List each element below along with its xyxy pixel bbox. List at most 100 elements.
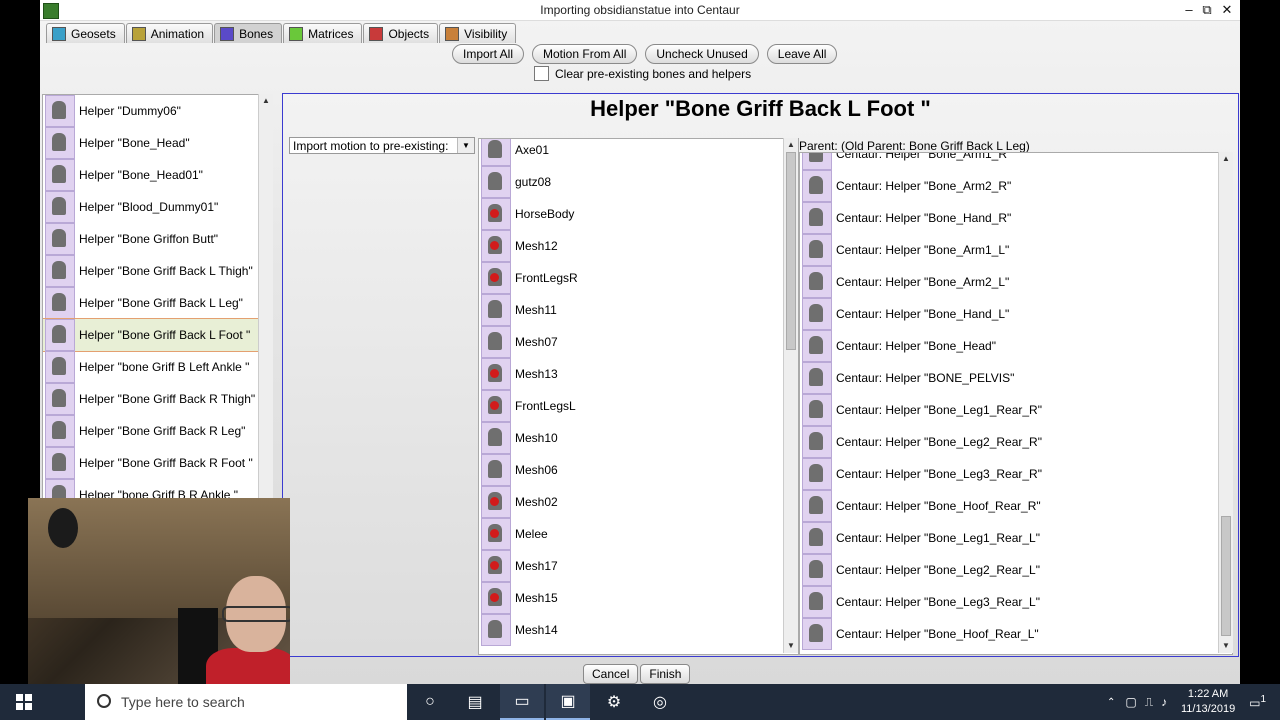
taskbar-app-editor-icon[interactable]: ▣ bbox=[546, 684, 590, 720]
bone-list-item[interactable]: Helper "Bone Griff Back R Foot " bbox=[43, 447, 259, 479]
taskbar-search[interactable]: Type here to search bbox=[85, 684, 407, 720]
tab-animation[interactable]: Animation bbox=[125, 23, 214, 43]
geoset-list-item[interactable]: Mesh12 bbox=[479, 230, 779, 262]
cancel-button[interactable]: Cancel bbox=[583, 664, 639, 684]
parent-list-item[interactable]: Centaur: Helper "Bone_Leg2_Rear_R" bbox=[800, 426, 1210, 458]
network-icon[interactable]: ⎍ bbox=[1145, 695, 1153, 710]
taskbar-app-monitor-icon[interactable]: ▭ bbox=[500, 684, 544, 720]
geoset-list-item[interactable]: Mesh07 bbox=[479, 326, 779, 358]
geoset-list-item[interactable]: Mesh17 bbox=[479, 550, 779, 582]
scroll-up-icon[interactable]: ▲ bbox=[784, 138, 798, 152]
parent-list-item[interactable]: Centaur: Helper "BONE_PELVIS" bbox=[800, 362, 1210, 394]
geoset-list-item[interactable]: FrontLegsL bbox=[479, 390, 779, 422]
import-motion-dropdown[interactable]: Import motion to pre-existing: ▼ bbox=[289, 137, 475, 154]
scroll-thumb[interactable] bbox=[786, 152, 796, 350]
uncheck-unused-button[interactable]: Uncheck Unused bbox=[645, 44, 759, 64]
parent-list-item[interactable]: Centaur: Helper "Bone_Leg1_Rear_L" bbox=[800, 522, 1210, 554]
parent-list-item[interactable]: Centaur: Helper "Bone_Hoof_Rear_L" bbox=[800, 618, 1210, 650]
tab-bones[interactable]: Bones bbox=[214, 23, 283, 43]
tray-app-icon[interactable]: ▢ bbox=[1125, 695, 1136, 709]
helper-bone-icon bbox=[45, 191, 75, 223]
parent-list-item[interactable]: Centaur: Helper "Bone_Leg2_Rear_L" bbox=[800, 554, 1210, 586]
parent-list-item[interactable]: Centaur: Helper "Bone_Hand_L" bbox=[800, 298, 1210, 330]
close-button[interactable]: ✕ bbox=[1216, 1, 1238, 19]
bone-list-item[interactable]: Helper "Bone Griffon Butt" bbox=[43, 223, 259, 255]
cortana-icon[interactable]: ○ bbox=[408, 684, 452, 720]
bone-list-label: Helper "Blood_Dummy01" bbox=[79, 200, 219, 214]
parent-list-item[interactable]: Centaur: Helper "Bone_Head" bbox=[800, 330, 1210, 362]
bone-list-item[interactable]: Helper "Bone Griff Back L Leg" bbox=[43, 287, 259, 319]
bone-list-item[interactable]: Helper "Dummy06" bbox=[43, 95, 259, 127]
parent-list-item[interactable]: Centaur: Helper "Bone_Arm1_L" bbox=[800, 234, 1210, 266]
geoset-list-scrollbar[interactable]: ▲ ▼ bbox=[783, 138, 798, 653]
parent-list-item[interactable]: Centaur: Helper "Bone_Hoof_Rear_R" bbox=[800, 490, 1210, 522]
task-view-icon[interactable]: ▤ bbox=[453, 684, 497, 720]
helper-bone-icon bbox=[45, 447, 75, 479]
tab-objects[interactable]: Objects bbox=[363, 23, 439, 43]
parent-label-text: Centaur: Helper "Bone_Leg3_Rear_L" bbox=[836, 595, 1040, 609]
parent-label-text: Centaur: Helper "Bone_Leg2_Rear_L" bbox=[836, 563, 1040, 577]
show-hidden-icon[interactable]: ⌃ bbox=[1107, 697, 1115, 708]
helper-bone-icon bbox=[802, 234, 832, 266]
maximize-button[interactable]: ⧉ bbox=[1196, 1, 1218, 19]
parent-list-item[interactable]: Centaur: Helper "Bone_Arm2_L" bbox=[800, 266, 1210, 298]
geoset-list-item[interactable]: HorseBody bbox=[479, 198, 779, 230]
bone-list-item[interactable]: Helper "bone Griff B Left Ankle " bbox=[43, 351, 259, 383]
bone-list-item[interactable]: Helper "Bone_Head01" bbox=[43, 159, 259, 191]
bone-list-item[interactable]: Helper "Bone Griff Back L Foot " bbox=[43, 318, 259, 352]
clear-label: Clear pre-existing bones and helpers bbox=[555, 66, 752, 81]
scroll-up-icon[interactable]: ▲ bbox=[1219, 152, 1233, 166]
import-all-button[interactable]: Import All bbox=[452, 44, 525, 64]
scroll-up-icon[interactable]: ▲ bbox=[259, 94, 273, 108]
bone-list-scrollbar[interactable]: ▲ bbox=[258, 94, 273, 500]
tab-matrices[interactable]: Matrices bbox=[283, 23, 363, 43]
system-tray: ⌃ ▢ ⎍ ♪ 1:22 AM 11/13/2019 ▭1 bbox=[1107, 684, 1280, 720]
bone-list-item[interactable]: Helper "Bone Griff Back L Thigh" bbox=[43, 255, 259, 287]
tab-visibility[interactable]: Visibility bbox=[439, 23, 517, 43]
volume-icon[interactable]: ♪ bbox=[1161, 695, 1167, 709]
bone-list-item[interactable]: Helper "Blood_Dummy01" bbox=[43, 191, 259, 223]
start-button[interactable] bbox=[0, 684, 48, 720]
geoset-icon bbox=[481, 486, 511, 518]
geoset-list-item[interactable]: FrontLegsR bbox=[479, 262, 779, 294]
window-title: Importing obsidianstatue into Centaur bbox=[540, 3, 740, 17]
clear-checkbox[interactable] bbox=[534, 66, 549, 81]
parent-list-item[interactable]: Centaur: Helper "Bone_Leg3_Rear_R" bbox=[800, 458, 1210, 490]
geoset-list-item[interactable]: Mesh15 bbox=[479, 582, 779, 614]
parent-list-scrollbar[interactable]: ▲ ▼ bbox=[1218, 152, 1233, 653]
geoset-list-item[interactable]: gutz08 bbox=[479, 166, 779, 198]
bone-list-item[interactable]: Helper "Bone Griff Back R Leg" bbox=[43, 415, 259, 447]
leave-all-button[interactable]: Leave All bbox=[766, 44, 838, 64]
visibility-icon bbox=[445, 26, 460, 41]
geoset-list-item[interactable]: Mesh11 bbox=[479, 294, 779, 326]
scroll-thumb[interactable] bbox=[1221, 516, 1231, 636]
geoset-list-item[interactable]: Mesh13 bbox=[479, 358, 779, 390]
parent-label-text: Centaur: Helper "Bone_Leg2_Rear_R" bbox=[836, 435, 1042, 449]
obs-icon[interactable]: ◎ bbox=[638, 684, 682, 720]
geoset-list-item[interactable]: Axe01 bbox=[479, 139, 779, 166]
scroll-down-icon[interactable]: ▼ bbox=[784, 639, 798, 653]
bone-list-item[interactable]: Helper "Bone Griff Back R Thigh" bbox=[43, 383, 259, 415]
scroll-down-icon[interactable]: ▼ bbox=[1219, 639, 1233, 653]
tab-label: Bones bbox=[239, 26, 274, 41]
geoset-list-item[interactable]: Mesh02 bbox=[479, 486, 779, 518]
geoset-list-item[interactable]: Mesh10 bbox=[479, 422, 779, 454]
geoset-list-item[interactable]: Mesh14 bbox=[479, 614, 779, 646]
finish-button[interactable]: Finish bbox=[640, 664, 691, 684]
notification-icon[interactable]: ▭1 bbox=[1249, 694, 1266, 710]
settings-gear-icon[interactable]: ⚙ bbox=[592, 684, 636, 720]
motion-from-all-button[interactable]: Motion From All bbox=[532, 44, 638, 64]
parent-list-item[interactable]: Centaur: Helper "Bone_Leg1_Rear_R" bbox=[800, 394, 1210, 426]
bone-list-item[interactable]: Helper "Bone_Head" bbox=[43, 127, 259, 159]
parent-list-item[interactable]: Centaur: Helper "Bone_Arm2_R" bbox=[800, 170, 1210, 202]
geoset-list-item[interactable]: Mesh06 bbox=[479, 454, 779, 486]
helper-bone-icon bbox=[802, 522, 832, 554]
clock[interactable]: 1:22 AM 11/13/2019 bbox=[1173, 687, 1243, 717]
parent-list-item[interactable]: Centaur: Helper "Bone_Leg3_Rear_L" bbox=[800, 586, 1210, 618]
parent-list-item[interactable]: Centaur: Helper "Bone_Arm1_R" bbox=[800, 153, 1210, 170]
chevron-down-icon[interactable]: ▼ bbox=[457, 138, 474, 153]
parent-label-text: Centaur: Helper "Bone_Head" bbox=[836, 339, 996, 353]
tab-geosets[interactable]: Geosets bbox=[46, 23, 125, 43]
geoset-list-item[interactable]: Melee bbox=[479, 518, 779, 550]
parent-list-item[interactable]: Centaur: Helper "Bone_Hand_R" bbox=[800, 202, 1210, 234]
